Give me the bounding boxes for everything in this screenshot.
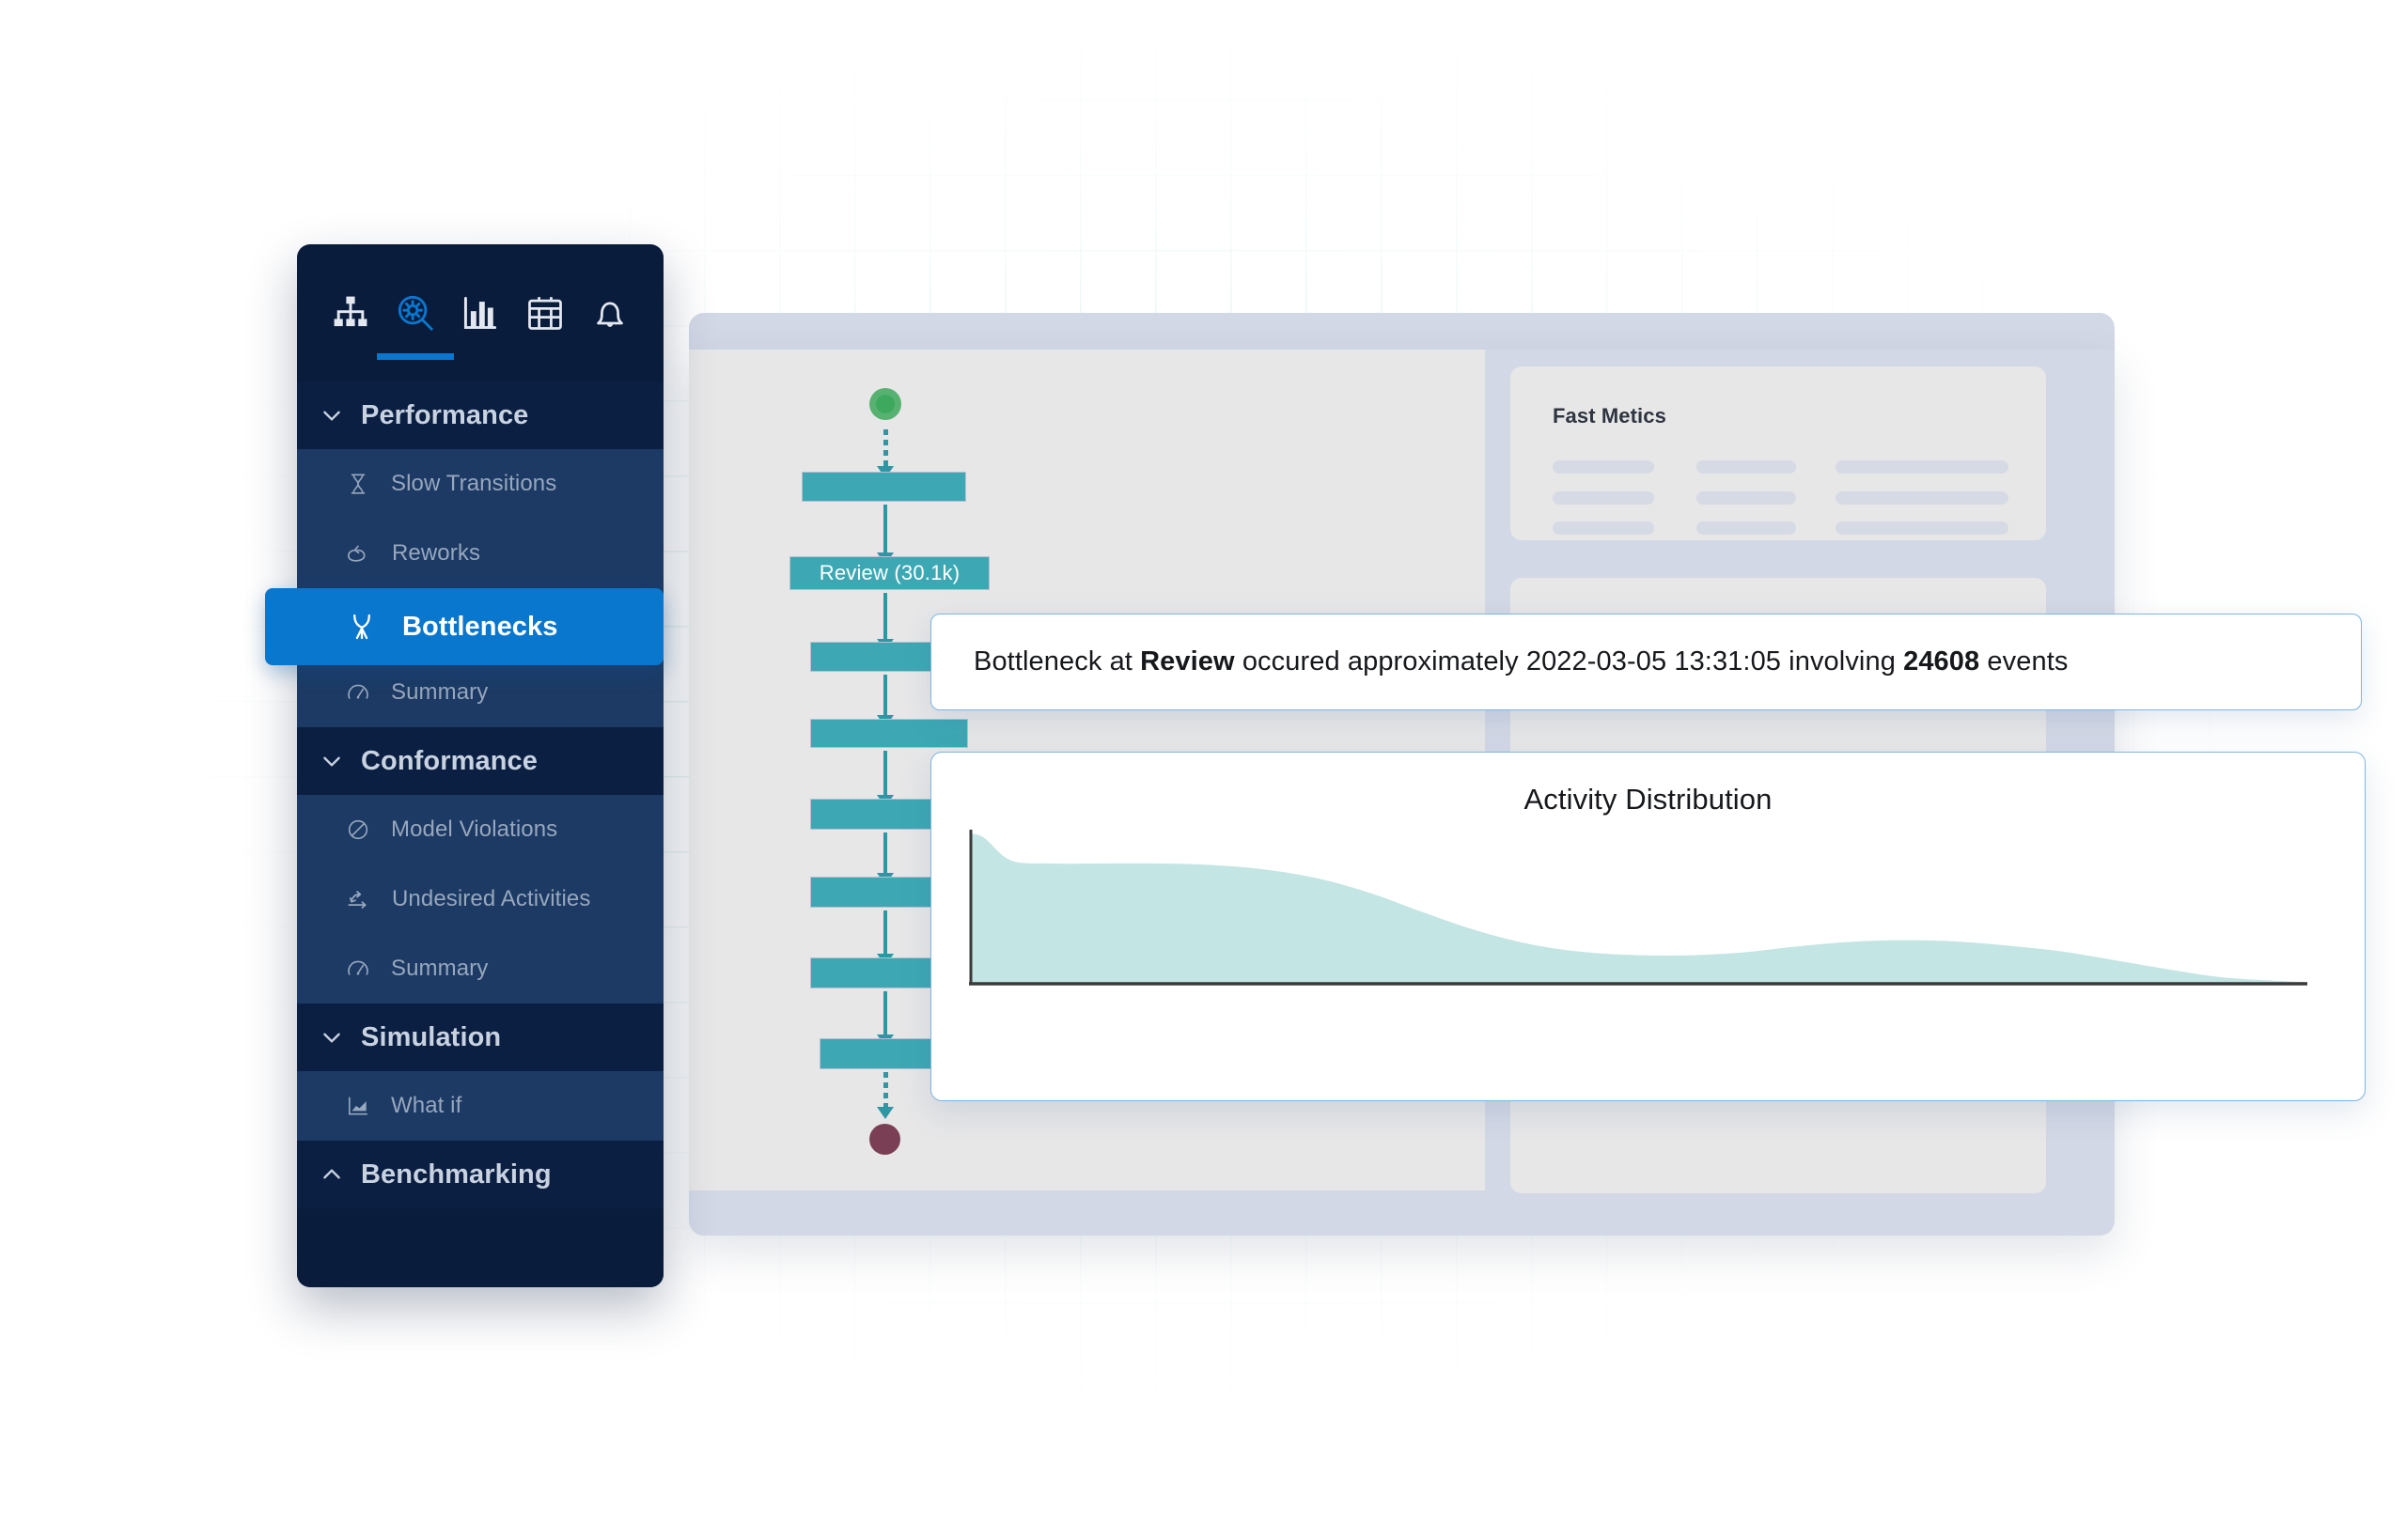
sidebar-item-label: Undesired Activities (392, 886, 591, 911)
flow-connector (877, 675, 894, 727)
activity-distribution-chart[interactable] (969, 830, 2307, 989)
sidebar-item-undesired-activities[interactable]: Undesired Activities (297, 864, 664, 934)
bottleneck-tooltip-text: Bottleneck at Review occured approximate… (974, 646, 2068, 677)
gauge-icon (346, 957, 370, 981)
bottleneck-icon (346, 611, 378, 643)
sidebar-item-summary-performance[interactable]: Summary (297, 658, 664, 727)
sidebar-item-label: Summary (391, 679, 489, 705)
skeleton-line (1696, 521, 1796, 535)
flow-connector (877, 429, 894, 478)
skeleton-line (1836, 521, 2008, 535)
sidebar-item-label: Slow Transitions (391, 471, 557, 496)
flow-connector (877, 593, 894, 651)
sidebar-item-what-if[interactable]: What if (297, 1071, 664, 1141)
activity-distribution-card[interactable]: Activity Distribution (930, 752, 2366, 1101)
start-event-node[interactable] (869, 388, 901, 420)
sidebar-bottom-cap (297, 1235, 664, 1287)
skeleton-line (1696, 491, 1796, 505)
chevron-up-icon (320, 1162, 344, 1187)
detour-icon (346, 887, 371, 912)
bottleneck-tooltip-card[interactable]: Bottleneck at Review occured approximate… (930, 614, 2362, 710)
area-chart-icon (346, 1094, 370, 1118)
skeleton-line (1836, 491, 2008, 505)
flow-connector (877, 991, 894, 1047)
sidebar-menu: Performance Slow Transitions Reworks Sum… (297, 381, 664, 1208)
tooltip-prefix: Bottleneck at (974, 646, 1141, 677)
activity-distribution-title: Activity Distribution (1523, 783, 1773, 816)
calendar-icon[interactable] (523, 290, 568, 335)
sidebar-item-reworks[interactable]: Reworks (297, 519, 664, 588)
sidebar-item-bottlenecks[interactable]: Bottlenecks (265, 588, 664, 665)
tooltip-event-count: 24608 (1903, 646, 1980, 677)
tooltip-suffix: events (1979, 646, 2069, 677)
sidebar-item-model-violations[interactable]: Model Violations (297, 795, 664, 864)
process-node[interactable] (802, 472, 966, 502)
flow-connector (877, 832, 894, 885)
process-node-review[interactable]: Review (30.1k) (789, 556, 990, 590)
sidebar-item-label: Bottlenecks (402, 611, 558, 642)
process-discovery-icon[interactable] (376, 290, 454, 360)
flow-connector (877, 910, 894, 966)
sidebar-group-label: Performance (361, 399, 529, 430)
process-node-label: Review (30.1k) (819, 561, 961, 584)
bar-chart-icon[interactable] (458, 290, 503, 335)
app-root: Review (30.1k) Fast Metics Performance S… (0, 0, 2406, 1540)
sidebar-group-performance[interactable]: Performance (297, 381, 664, 449)
tooltip-activity: Review (1140, 646, 1235, 677)
sidebar-item-label: Model Violations (391, 817, 558, 842)
skeleton-line (1553, 521, 1654, 535)
flow-connector (877, 1072, 894, 1119)
sidebar-group-label: Benchmarking (361, 1159, 552, 1190)
flow-connector (877, 751, 894, 807)
sidebar-group-conformance[interactable]: Conformance (297, 727, 664, 795)
skeleton-line (1553, 460, 1654, 474)
flow-connector (877, 505, 894, 565)
end-event-node[interactable] (869, 1124, 900, 1155)
fast-metrics-card[interactable] (1510, 366, 2046, 540)
chevron-down-icon (320, 1025, 344, 1050)
gauge-icon (346, 680, 370, 705)
sidebar-icon-bar (297, 244, 664, 381)
ban-icon (346, 817, 370, 842)
chevron-down-icon (320, 749, 344, 773)
skeleton-line (1553, 491, 1654, 505)
chevron-down-icon (320, 403, 344, 428)
sidebar-item-label: Reworks (392, 540, 481, 566)
sidebar: Performance Slow Transitions Reworks Sum… (265, 244, 664, 1287)
hourglass-icon (346, 472, 370, 496)
active-tab-underline (376, 353, 454, 360)
fast-metrics-title: Fast Metics (1553, 404, 1666, 428)
distribution-area-path (971, 833, 2307, 984)
process-node[interactable] (810, 719, 968, 748)
sidebar-group-benchmarking[interactable]: Benchmarking (297, 1141, 664, 1208)
bell-icon[interactable] (587, 290, 633, 335)
rework-loop-icon (346, 541, 371, 567)
tooltip-middle: occured approximately 2022-03-05 13:31:0… (1234, 646, 1904, 677)
sidebar-item-label: What if (391, 1093, 462, 1118)
sidebar-item-summary-conformance[interactable]: Summary (297, 934, 664, 1003)
skeleton-line (1696, 460, 1796, 474)
org-chart-icon[interactable] (328, 290, 373, 335)
sidebar-item-slow-transitions[interactable]: Slow Transitions (297, 449, 664, 519)
skeleton-line (1836, 460, 2008, 474)
sidebar-group-simulation[interactable]: Simulation (297, 1003, 664, 1071)
sidebar-group-label: Simulation (361, 1021, 502, 1052)
sidebar-group-label: Conformance (361, 745, 539, 776)
sidebar-item-label: Summary (391, 956, 489, 981)
